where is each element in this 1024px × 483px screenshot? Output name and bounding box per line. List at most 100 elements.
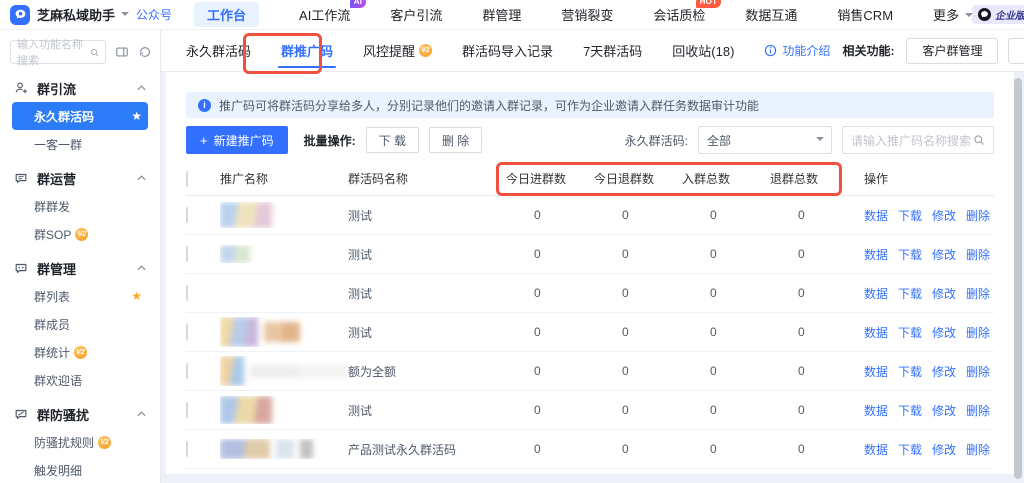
tab-5[interactable]: 7天群活码 <box>583 30 642 71</box>
redaction-blur <box>220 439 270 459</box>
action-link-2[interactable]: 下载 <box>898 363 922 380</box>
create-promo-code-button[interactable]: + 新建推广码 <box>186 126 288 154</box>
sidebar-sections: 群引流永久群活码★一客一群群运营群群发群SOPV2 群管理群列表★群成员群统计V2… <box>0 74 160 483</box>
row-checkbox[interactable] <box>186 402 188 418</box>
sidebar-item-3-3[interactable]: 群统计V2 <box>12 338 148 366</box>
feature-intro-link[interactable]: 功能介绍 <box>764 42 830 59</box>
stat-cell-2: 0 <box>594 247 682 261</box>
action-link-4[interactable]: 删除 <box>966 441 990 458</box>
action-link-1[interactable]: 数据 <box>864 441 888 458</box>
sidebar-item-4-1[interactable]: 防骚扰规则V2 <box>12 428 148 456</box>
action-link-3[interactable]: 修改 <box>932 402 956 419</box>
sidebar-item-3-1[interactable]: 群列表★ <box>12 282 148 310</box>
sidebar-section-title[interactable]: 群管理 <box>0 254 160 282</box>
action-link-3[interactable]: 修改 <box>932 246 956 263</box>
sidebar-item-2-1[interactable]: 群群发 <box>12 192 148 220</box>
action-link-4[interactable]: 删除 <box>966 324 990 341</box>
chevron-up-icon[interactable] <box>137 265 146 271</box>
chevron-up-icon[interactable] <box>137 85 146 91</box>
action-link-3[interactable]: 修改 <box>932 363 956 380</box>
action-link-1[interactable]: 数据 <box>864 402 888 419</box>
action-link-3[interactable]: 修改 <box>932 285 956 302</box>
topnav-item-3[interactable]: 客户引流 <box>390 5 442 24</box>
sidebar-section-title[interactable]: 群引流 <box>0 74 160 102</box>
topnav-item-1[interactable]: 工作台 <box>194 2 259 27</box>
account-type-link[interactable]: 公众号 <box>136 6 172 23</box>
sidebar-item-1-2[interactable]: 一客一群 <box>12 130 148 158</box>
tabs: 永久群活码群推广码风控提醒V2 群活码导入记录 7天群活码回收站(18) <box>186 30 734 71</box>
chevron-up-icon[interactable] <box>137 411 146 417</box>
topnav-item-9[interactable]: 更多 <box>933 5 972 24</box>
tab-1[interactable]: 永久群活码 <box>186 30 251 71</box>
row-checkbox[interactable] <box>186 246 188 262</box>
sidebar-section-3: 群管理群列表★群成员群统计V2群欢迎语 <box>0 254 160 394</box>
row-actions: 数据下载修改删除 <box>864 324 994 341</box>
row-checkbox[interactable] <box>186 207 188 223</box>
topnav-item-7[interactable]: 数据互通 <box>745 5 797 24</box>
history-clock-icon[interactable] <box>138 45 152 59</box>
action-link-4[interactable]: 删除 <box>966 402 990 419</box>
tab-label: 风控提醒 <box>363 41 415 60</box>
tab-bar-right: 功能介绍 相关功能: 客户群管理客户群标签 <box>764 38 1024 64</box>
topnav-item-2[interactable]: AI工作流AI <box>299 5 350 24</box>
action-link-2[interactable]: 下载 <box>898 324 922 341</box>
row-checkbox[interactable] <box>186 363 188 379</box>
action-link-4[interactable]: 删除 <box>966 285 990 302</box>
topnav-item-label: 营销裂变 <box>561 8 613 23</box>
promo-search-input[interactable]: 请输入推广码名称搜索 <box>842 126 994 154</box>
batch-delete-button[interactable]: 删 除 <box>429 127 482 153</box>
action-link-1[interactable]: 数据 <box>864 324 888 341</box>
sidebar-item-3-2[interactable]: 群成员 <box>12 310 148 338</box>
chevron-up-icon[interactable] <box>137 175 146 181</box>
sidebar-item-4-2[interactable]: 触发明细 <box>12 456 148 483</box>
toolbar-right: 永久群活码: 全部 请输入推广码名称搜索 <box>625 126 994 154</box>
sidebar-item-1-1[interactable]: 永久群活码★ <box>12 102 148 130</box>
tab-label: 群活码导入记录 <box>462 41 553 60</box>
sidebar-section-label: 群防骚扰 <box>37 405 89 424</box>
action-link-1[interactable]: 数据 <box>864 363 888 380</box>
action-link-2[interactable]: 下载 <box>898 285 922 302</box>
action-link-1[interactable]: 数据 <box>864 246 888 263</box>
star-icon: ★ <box>131 110 142 122</box>
row-checkbox[interactable] <box>186 441 188 457</box>
action-link-4[interactable]: 删除 <box>966 246 990 263</box>
sidebar-search-input[interactable]: 输入功能名称搜索 <box>10 40 106 64</box>
sidebar-item-3-4[interactable]: 群欢迎语 <box>12 366 148 394</box>
tab-4[interactable]: 群活码导入记录 <box>462 30 553 71</box>
row-checkbox[interactable] <box>186 324 188 340</box>
scrollbar-thumb[interactable] <box>1014 78 1022 479</box>
action-link-1[interactable]: 数据 <box>864 285 888 302</box>
action-link-4[interactable]: 删除 <box>966 207 990 224</box>
action-link-3[interactable]: 修改 <box>932 207 956 224</box>
select-all-checkbox[interactable] <box>186 171 188 187</box>
vertical-scrollbar[interactable] <box>1014 74 1022 481</box>
sidebar-section-title[interactable]: 群运营 <box>0 164 160 192</box>
topnav-item-4[interactable]: 群管理 <box>482 5 521 24</box>
action-link-2[interactable]: 下载 <box>898 441 922 458</box>
promo-table: 推广名称群活码名称今日进群数今日退群数入群总数退群总数操作 测试0000数据下载… <box>186 162 994 469</box>
action-link-2[interactable]: 下载 <box>898 246 922 263</box>
related-button-2[interactable]: 客户群标签 <box>1008 38 1024 64</box>
tab-2[interactable]: 群推广码 <box>281 30 333 71</box>
topnav-item-5[interactable]: 营销裂变 <box>561 5 613 24</box>
collapse-panel-icon[interactable] <box>115 45 129 59</box>
sidebar-item-label: 防骚扰规则 <box>34 434 94 451</box>
stat-cell-1: 0 <box>506 286 594 300</box>
action-link-3[interactable]: 修改 <box>932 441 956 458</box>
tab-6[interactable]: 回收站(18) <box>672 30 734 71</box>
action-link-4[interactable]: 删除 <box>966 363 990 380</box>
topnav-item-8[interactable]: 销售CRM <box>837 5 893 24</box>
related-button-1[interactable]: 客户群管理 <box>906 38 998 64</box>
action-link-3[interactable]: 修改 <box>932 324 956 341</box>
sidebar-item-2-2[interactable]: 群SOPV2 <box>12 220 148 248</box>
batch-download-button[interactable]: 下 载 <box>366 127 419 153</box>
livecode-filter-select[interactable]: 全部 <box>698 126 832 154</box>
action-link-2[interactable]: 下载 <box>898 402 922 419</box>
action-link-1[interactable]: 数据 <box>864 207 888 224</box>
tab-3[interactable]: 风控提醒V2 <box>363 30 432 71</box>
plus-icon: + <box>200 134 208 147</box>
row-checkbox[interactable] <box>186 285 188 301</box>
action-link-2[interactable]: 下载 <box>898 207 922 224</box>
topnav-item-6[interactable]: 会话质检HOT <box>653 5 705 24</box>
sidebar-section-title[interactable]: 群防骚扰 <box>0 400 160 428</box>
